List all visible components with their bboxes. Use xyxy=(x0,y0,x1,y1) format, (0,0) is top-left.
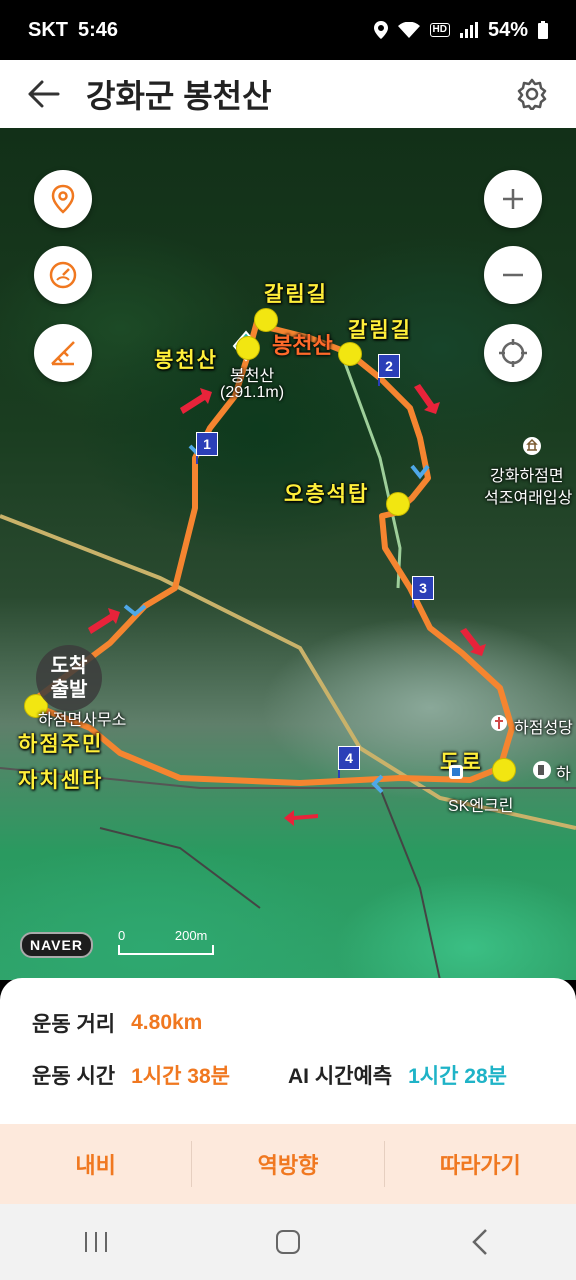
gear-icon[interactable] xyxy=(516,78,548,110)
battery-percent: 54% xyxy=(487,18,528,41)
waypoint-pin-4[interactable]: 4 xyxy=(338,746,360,778)
distance-value: 4.80km xyxy=(131,1011,203,1034)
poi-hwaseong-2: 석조여래입상 xyxy=(484,490,573,507)
recent-apps-icon xyxy=(85,1232,107,1252)
map-view[interactable]: 봉천산 봉천산 (291.1m) 갈림길 갈림길 봉천산 오층석탑 도로 하점주… xyxy=(0,128,576,980)
action-bar: 내비 역방향 따라가기 xyxy=(0,1124,576,1204)
label-bongcheonsan: 봉천산 xyxy=(154,349,218,372)
poi-office: 하점면사무소 xyxy=(38,712,127,729)
temple-icon xyxy=(523,437,541,455)
poi-hwaseong-1: 강화하점면 xyxy=(490,468,564,485)
location-pin-button[interactable] xyxy=(34,170,92,228)
direction-arrow xyxy=(88,608,120,634)
time-label: 운동 시간 xyxy=(32,1065,116,1088)
gauge-icon xyxy=(49,261,77,289)
ai-value: 1시간 28분 xyxy=(408,1065,507,1088)
waypoint-dot[interactable] xyxy=(236,336,260,360)
zoom-out-button[interactable] xyxy=(484,246,542,304)
current-location-button[interactable] xyxy=(484,324,542,382)
peak-caption-name: 봉천산 xyxy=(230,368,275,385)
direction-arrow xyxy=(284,810,318,826)
poi-church: 하점성당 xyxy=(514,720,573,737)
clock-text: 5:46 xyxy=(78,18,119,41)
scale-distance: 200m xyxy=(174,928,208,943)
label-junction-1: 갈림길 xyxy=(264,283,328,306)
poi-edge: 하 xyxy=(556,766,571,783)
waypoint-pin-3[interactable]: 3 xyxy=(412,576,434,608)
ai-row: AI 시간예측 1시간 28분 xyxy=(288,1060,507,1090)
distance-label: 운동 거리 xyxy=(32,1013,116,1036)
time-row: 운동 시간 1시간 38분 xyxy=(32,1060,230,1090)
arrive-label: 도착 xyxy=(50,655,88,677)
distance-row: 운동 거리 4.80km xyxy=(32,1008,202,1038)
waypoint-dot[interactable] xyxy=(492,758,516,782)
signal-icon xyxy=(459,22,478,38)
slope-icon xyxy=(51,341,75,366)
direction-arrow xyxy=(180,388,212,414)
location-icon xyxy=(373,21,388,39)
route-slope-button[interactable] xyxy=(34,324,92,382)
reverse-button[interactable]: 역방향 xyxy=(192,1148,383,1180)
label-hajeom-1: 하점주민 xyxy=(18,733,104,756)
carrier-text: SKT xyxy=(28,18,68,41)
back-button[interactable] xyxy=(450,1222,510,1262)
waypoint-dot[interactable] xyxy=(386,492,410,516)
location-pin-icon xyxy=(51,184,75,214)
battery-icon xyxy=(538,21,548,39)
peak-name-label: 봉천산 xyxy=(272,333,333,358)
zoom-in-button[interactable] xyxy=(484,170,542,228)
gas-station-icon xyxy=(533,761,551,779)
minus-icon xyxy=(503,273,523,277)
gauge-button[interactable] xyxy=(34,246,92,304)
arrow-left-icon[interactable] xyxy=(28,80,60,108)
scale-bar: 0 200m xyxy=(118,928,214,955)
label-pagoda: 오층석탑 xyxy=(284,483,370,506)
start-label: 출발 xyxy=(50,679,88,701)
home-icon xyxy=(276,1230,300,1254)
follow-button[interactable]: 따라가기 xyxy=(385,1148,576,1180)
label-junction-2: 갈림길 xyxy=(348,319,412,342)
stats-sheet: 운동 거리 4.80km 운동 시간 1시간 38분 AI 시간예측 1시간 2… xyxy=(0,978,576,1126)
poi-sk-station: SK엔크린 xyxy=(448,798,514,815)
ai-label: AI 시간예측 xyxy=(288,1065,393,1088)
system-nav-bar xyxy=(0,1204,576,1280)
start-end-marker[interactable]: 도착 출발 xyxy=(36,645,102,711)
label-hajeom-2: 자치센타 xyxy=(18,769,104,792)
waypoint-dot[interactable] xyxy=(338,342,362,366)
time-value: 1시간 38분 xyxy=(131,1065,230,1088)
app-header: 강화군 봉천산 xyxy=(0,60,576,128)
direction-arrow xyxy=(414,384,440,414)
page-title: 강화군 봉천산 xyxy=(86,78,272,114)
waypoint-dot[interactable] xyxy=(254,308,278,332)
status-bar: SKT 5:46 HD 54% xyxy=(0,0,576,60)
peak-caption-height: (291.1m) xyxy=(220,384,285,401)
church-icon xyxy=(491,715,507,731)
plus-icon xyxy=(503,189,523,209)
scale-zero: 0 xyxy=(118,928,126,943)
building-icon xyxy=(449,765,463,779)
recent-apps-button[interactable] xyxy=(66,1222,126,1262)
home-button[interactable] xyxy=(258,1222,318,1262)
crosshair-icon xyxy=(499,339,527,367)
waypoint-pin-2[interactable]: 2 xyxy=(378,354,400,386)
navigation-button[interactable]: 내비 xyxy=(0,1148,191,1180)
waypoint-pin-1[interactable]: 1 xyxy=(196,432,218,464)
hd-voice-badge: HD xyxy=(429,23,450,37)
wifi-icon xyxy=(397,22,420,38)
naver-logo: NAVER xyxy=(20,932,93,958)
chevron-left-icon xyxy=(472,1229,487,1255)
